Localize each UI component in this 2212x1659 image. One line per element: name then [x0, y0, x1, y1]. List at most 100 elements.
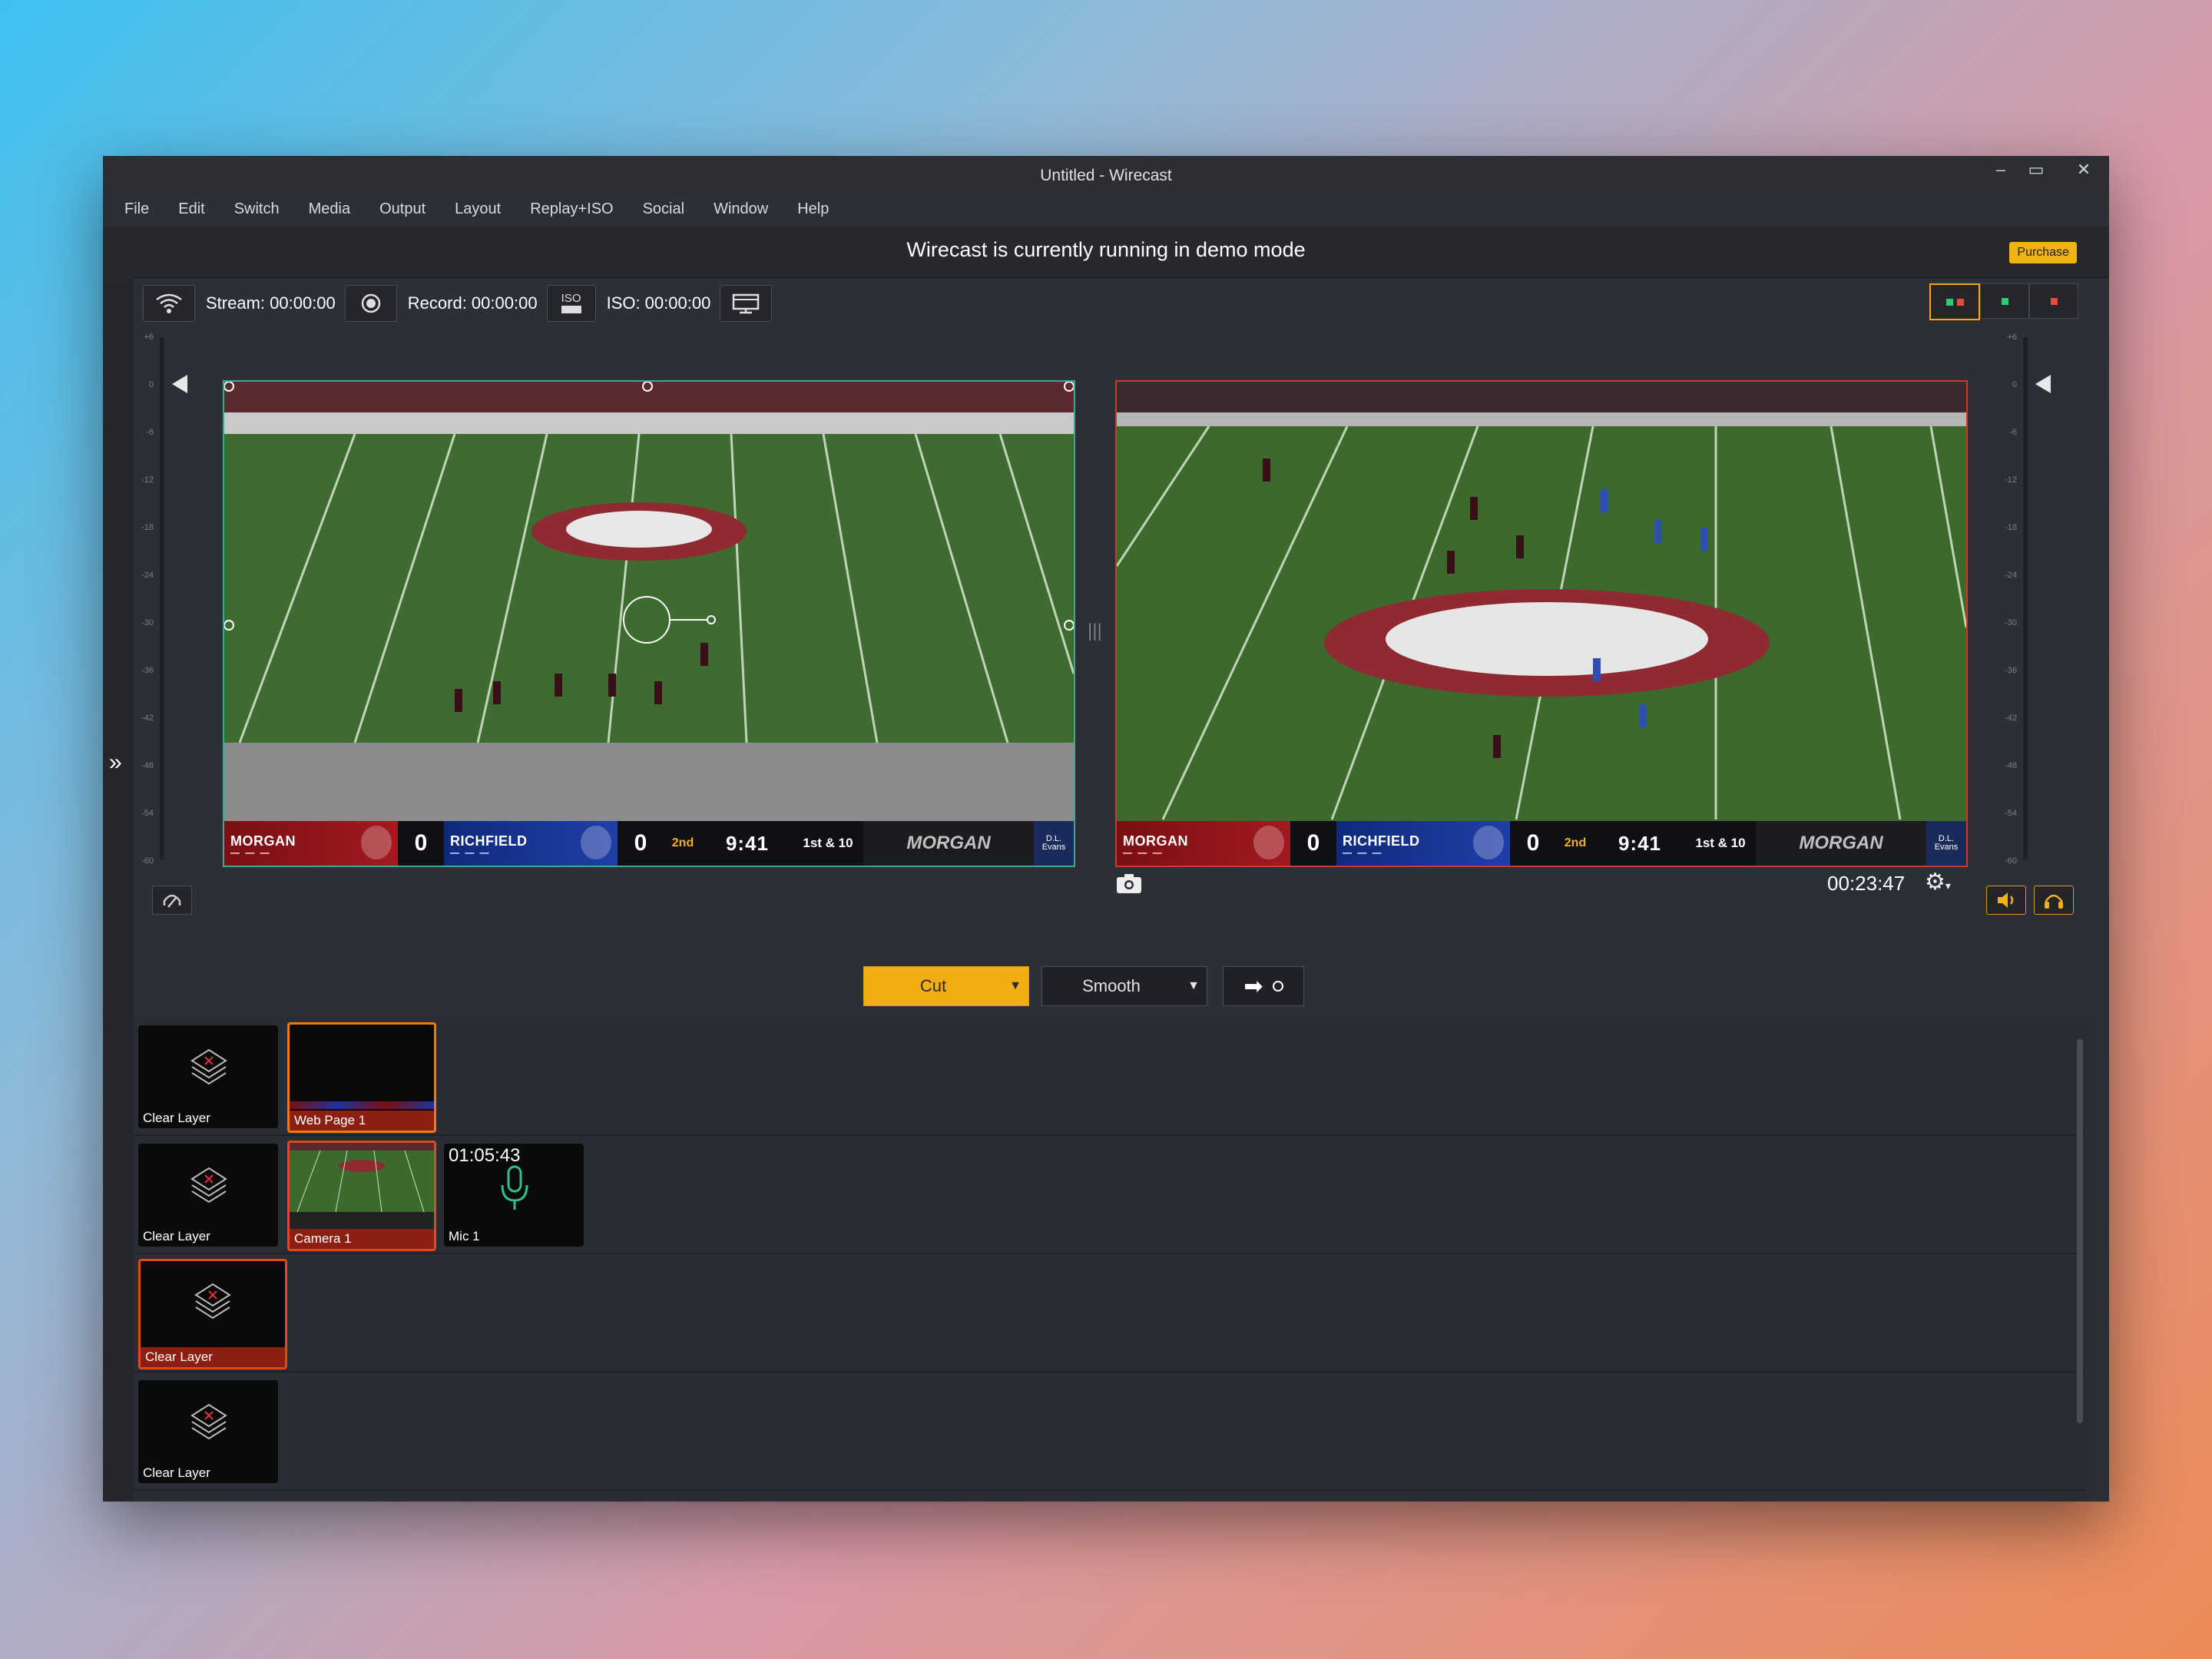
meter-tick-label: -6: [2009, 428, 2017, 437]
record-button[interactable]: [344, 285, 397, 322]
timeout-dashes: — — —: [1123, 847, 1164, 858]
shot-clear-layer[interactable]: Clear Layer: [138, 1259, 287, 1369]
meter-bar: [160, 337, 164, 859]
shot-camera[interactable]: Camera 1: [287, 1141, 436, 1251]
meter-tick-label: -18: [141, 523, 154, 532]
resize-handle[interactable]: [1064, 620, 1074, 631]
team-b-score: 0: [1510, 821, 1556, 866]
shot-mic[interactable]: 01:05:43 Mic 1: [444, 1144, 584, 1247]
shot-label: Clear Layer: [143, 1111, 210, 1125]
clear-layer-icon: [190, 1048, 227, 1085]
meter-tick-label: -60: [141, 856, 154, 866]
preview-monitor[interactable]: MORGAN — — — 0 RICHFIELD — — — 0 2nd 9:4…: [223, 380, 1075, 867]
iso-record-button[interactable]: ISO: [546, 285, 596, 322]
title-bar: Untitled - Wirecast – ▭ ✕: [103, 156, 2109, 196]
record-status: Record: 00:00:00: [407, 293, 538, 313]
wirecast-window: Untitled - Wirecast – ▭ ✕ File Edit Swit…: [103, 156, 2109, 1502]
menu-switch[interactable]: Switch: [234, 196, 280, 227]
meter-tick-label: -36: [141, 666, 154, 675]
dual-view-button[interactable]: [1929, 283, 1980, 320]
sponsor-logo: D.L. Evans: [1034, 821, 1074, 866]
preview-volume-arrow-icon[interactable]: [172, 375, 187, 393]
live-headphones-button[interactable]: [2034, 886, 2074, 915]
maximize-button[interactable]: ▭: [2012, 156, 2060, 184]
preview-only-button[interactable]: [1980, 283, 2029, 319]
clear-layer-icon: [190, 1167, 227, 1204]
broadcast-brand: MORGAN: [863, 821, 1034, 866]
menu-layout[interactable]: Layout: [455, 196, 501, 227]
quarter: 2nd: [1556, 821, 1594, 866]
menu-social[interactable]: Social: [643, 196, 684, 227]
layers-scrollbar[interactable]: [2075, 1024, 2085, 1439]
menu-file[interactable]: File: [124, 196, 149, 227]
meter-tick-label: +6: [144, 333, 154, 342]
snapshot-button[interactable]: [1115, 872, 1143, 899]
team-b-logo-icon: [1473, 826, 1504, 859]
team-a-logo-icon: [1253, 826, 1284, 859]
down-distance: 1st & 10: [793, 821, 863, 866]
menu-edit[interactable]: Edit: [178, 196, 204, 227]
live-volume-arrow-icon[interactable]: [2035, 375, 2051, 393]
meter-tick-label: 0: [148, 380, 154, 389]
smooth-transition-button[interactable]: Smooth ▼: [1041, 966, 1207, 1006]
go-button[interactable]: ➡: [1223, 966, 1304, 1006]
menu-replay-iso[interactable]: Replay+ISO: [530, 196, 613, 227]
shot-label: Camera 1: [290, 1229, 434, 1249]
meter-tick-label: -24: [2005, 571, 2017, 580]
cut-label: Cut: [919, 976, 947, 995]
chevron-down-icon[interactable]: ▼: [1181, 979, 1207, 993]
meter-tick-label: -42: [141, 714, 154, 723]
demo-banner: Wirecast is currently running in demo mo…: [103, 227, 2109, 278]
timeout-dashes: — — —: [450, 847, 491, 858]
menu-output[interactable]: Output: [379, 196, 426, 227]
layout-mode-buttons: [1929, 283, 2078, 320]
monitor-divider-handle[interactable]: |||: [1088, 621, 1102, 642]
menu-window[interactable]: Window: [714, 196, 768, 227]
expand-panel-icon[interactable]: »: [109, 750, 122, 776]
football-field-live-image: [1117, 382, 1966, 866]
demo-mode-text: Wirecast is currently running in demo mo…: [906, 238, 1306, 261]
resize-handle[interactable]: [642, 382, 653, 392]
clear-layer-icon: [190, 1403, 227, 1440]
stream-button[interactable]: [143, 285, 195, 322]
live-speaker-button[interactable]: [1986, 886, 2026, 915]
meter-tick-label: -60: [2005, 856, 2017, 866]
display-output-button[interactable]: [720, 285, 773, 322]
close-button[interactable]: ✕: [2060, 156, 2108, 184]
shot-clear-layer[interactable]: Clear Layer: [138, 1025, 278, 1128]
down-distance: 1st & 10: [1685, 821, 1756, 866]
shot-web-page[interactable]: Web Page 1: [287, 1022, 436, 1133]
scoreboard-overlay: MORGAN — — — 0 RICHFIELD — — — 0 2nd 9:4…: [224, 821, 1074, 866]
broadcast-brand: MORGAN: [1756, 821, 1926, 866]
layer-row-2: Clear Layer Camera 1 01:05:43 Mic 1: [134, 1136, 2085, 1254]
live-settings-gear-icon[interactable]: ⚙▾: [1925, 869, 1951, 896]
resize-handle[interactable]: [224, 620, 234, 631]
shot-clear-layer[interactable]: Clear Layer: [138, 1144, 278, 1247]
shot-label: Clear Layer: [143, 1465, 210, 1480]
menu-help[interactable]: Help: [797, 196, 829, 227]
stream-status: Stream: 00:00:00: [206, 293, 336, 313]
chevron-down-icon[interactable]: ▼: [1002, 979, 1028, 993]
shot-label: Mic 1: [449, 1229, 480, 1243]
cut-transition-button[interactable]: Cut ▼: [863, 966, 1029, 1006]
speaker-icon: [1998, 892, 2014, 908]
arrow-right-icon: ➡: [1243, 973, 1263, 999]
team-a-logo-icon: [361, 826, 392, 859]
shot-clear-layer[interactable]: Clear Layer: [138, 1380, 278, 1483]
live-only-button[interactable]: [2029, 283, 2078, 319]
meter-tick-label: -54: [141, 809, 154, 818]
quarter: 2nd: [664, 821, 702, 866]
iso-rec-icon: ISO: [561, 293, 581, 313]
scrollbar-thumb[interactable]: [2077, 1039, 2083, 1423]
auto-live-indicator-icon: [1272, 981, 1283, 992]
resize-handle[interactable]: [1064, 382, 1074, 392]
meter-tick-label: -30: [141, 618, 154, 628]
menu-media[interactable]: Media: [309, 196, 350, 227]
purchase-button[interactable]: Purchase: [2009, 242, 2077, 263]
resize-handle[interactable]: [224, 382, 234, 392]
preview-audio-button[interactable]: [152, 886, 192, 915]
headphones-icon: [2045, 894, 2063, 909]
output-toolbar: Stream: 00:00:00 Record: 00:00:00 ISO IS…: [143, 283, 773, 323]
team-b-panel: RICHFIELD — — —: [444, 821, 618, 866]
web-page-thumbnail: [290, 1101, 434, 1109]
